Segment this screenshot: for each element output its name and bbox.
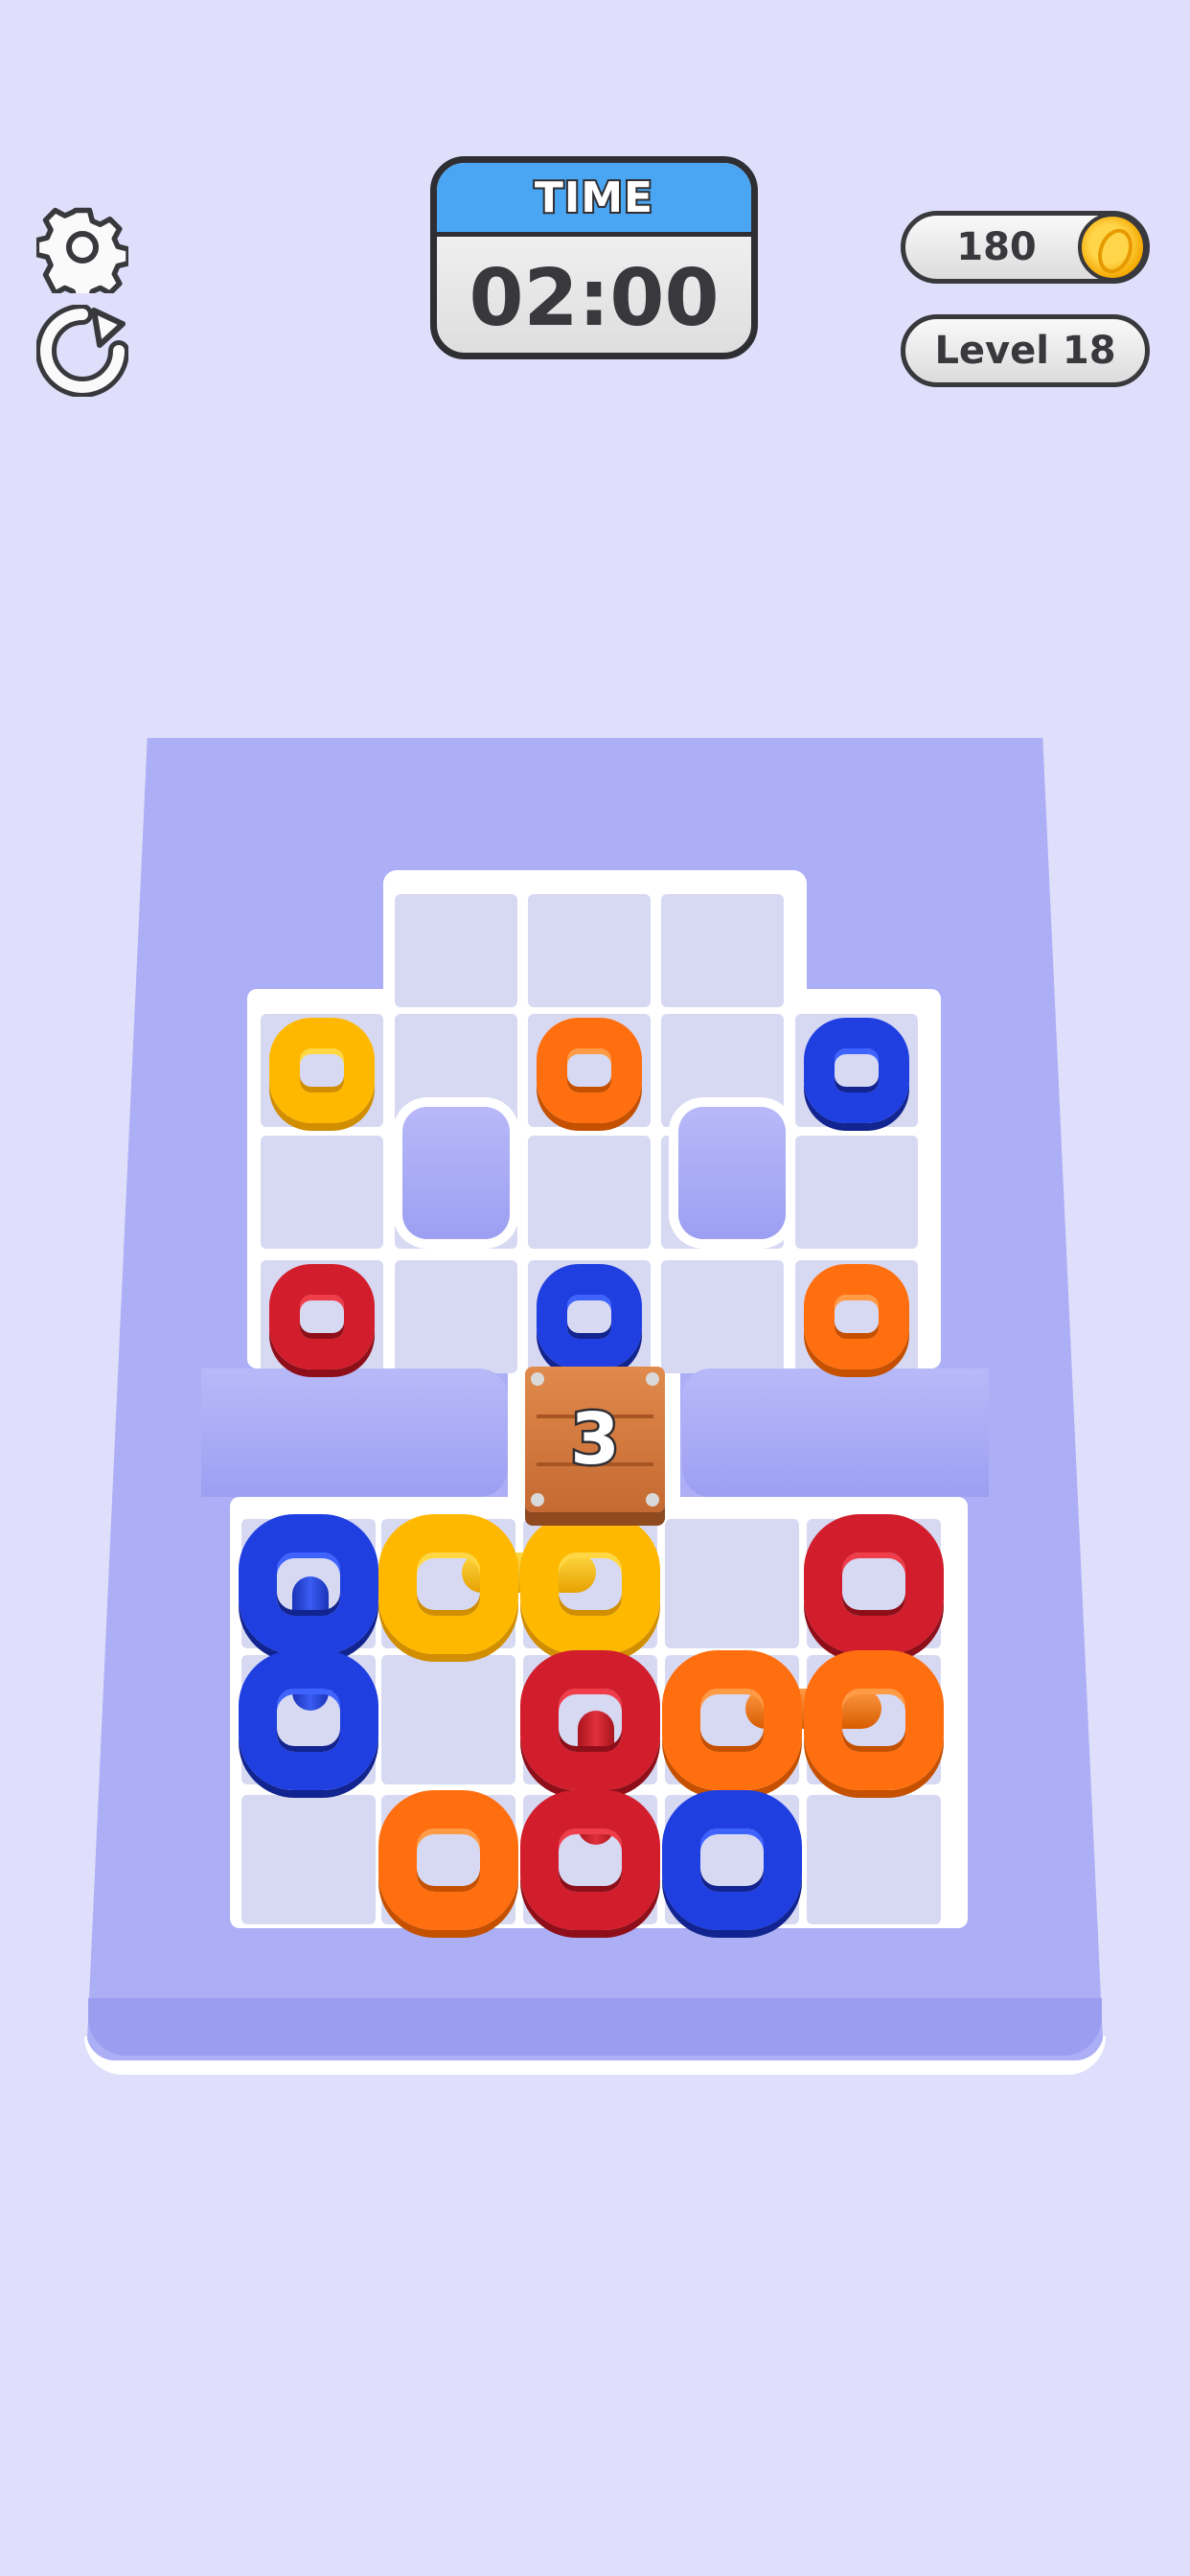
settings-button[interactable] bbox=[34, 201, 131, 305]
grid-cell bbox=[661, 894, 784, 1007]
yellow-ring[interactable] bbox=[520, 1513, 660, 1654]
grid-cell bbox=[528, 894, 651, 1007]
crate-counter: 3 bbox=[568, 1396, 622, 1484]
restart-icon bbox=[35, 304, 129, 398]
blue-ring[interactable] bbox=[239, 1513, 378, 1654]
red-ring[interactable] bbox=[520, 1789, 660, 1930]
wall-right bbox=[682, 1368, 989, 1497]
blue-ring[interactable] bbox=[239, 1649, 378, 1790]
wall-left bbox=[201, 1368, 508, 1497]
bolt-icon bbox=[531, 1372, 544, 1386]
grid-cell bbox=[241, 1795, 376, 1924]
red-ring[interactable] bbox=[520, 1649, 660, 1790]
blue-ring[interactable] bbox=[537, 1264, 642, 1369]
restart-button[interactable] bbox=[35, 304, 129, 398]
blue-ring[interactable] bbox=[804, 1018, 909, 1123]
timer-value: 02:00 bbox=[469, 252, 720, 344]
level-label: Level 18 bbox=[934, 329, 1116, 373]
orange-ring[interactable] bbox=[804, 1649, 944, 1790]
orange-ring[interactable] bbox=[378, 1789, 518, 1930]
orange-ring[interactable] bbox=[537, 1018, 642, 1123]
grid-cell bbox=[661, 1260, 784, 1373]
timer-label: TIME bbox=[437, 163, 751, 237]
grid-cell bbox=[795, 1136, 918, 1249]
red-ring[interactable] bbox=[269, 1264, 375, 1369]
board-front-edge bbox=[88, 1998, 1102, 2056]
grid-cell bbox=[381, 1655, 515, 1784]
coin-count: 180 bbox=[956, 225, 1037, 269]
yellow-ring[interactable] bbox=[378, 1513, 518, 1654]
orange-ring[interactable] bbox=[662, 1649, 802, 1790]
grid-cell bbox=[665, 1519, 799, 1648]
red-ring[interactable] bbox=[804, 1513, 944, 1654]
bolt-icon bbox=[531, 1493, 544, 1506]
grid-cell bbox=[807, 1795, 941, 1924]
blue-ring[interactable] bbox=[662, 1789, 802, 1930]
gear-icon bbox=[34, 207, 131, 305]
grid-cell bbox=[395, 894, 517, 1007]
bolt-icon bbox=[646, 1493, 659, 1506]
wooden-crate[interactable]: 3 bbox=[525, 1367, 665, 1512]
timer-panel: TIME 02:00 bbox=[430, 156, 758, 359]
level-indicator: Level 18 bbox=[901, 314, 1150, 387]
orange-ring[interactable] bbox=[804, 1264, 909, 1369]
pillar-block-right bbox=[678, 1107, 786, 1239]
grid-cell bbox=[261, 1136, 383, 1249]
bolt-icon bbox=[646, 1372, 659, 1386]
yellow-ring[interactable] bbox=[269, 1018, 375, 1123]
coin-icon bbox=[1078, 213, 1147, 282]
grid-cell bbox=[528, 1136, 651, 1249]
grid-cell bbox=[395, 1260, 517, 1373]
pillar-block-left bbox=[402, 1107, 510, 1239]
